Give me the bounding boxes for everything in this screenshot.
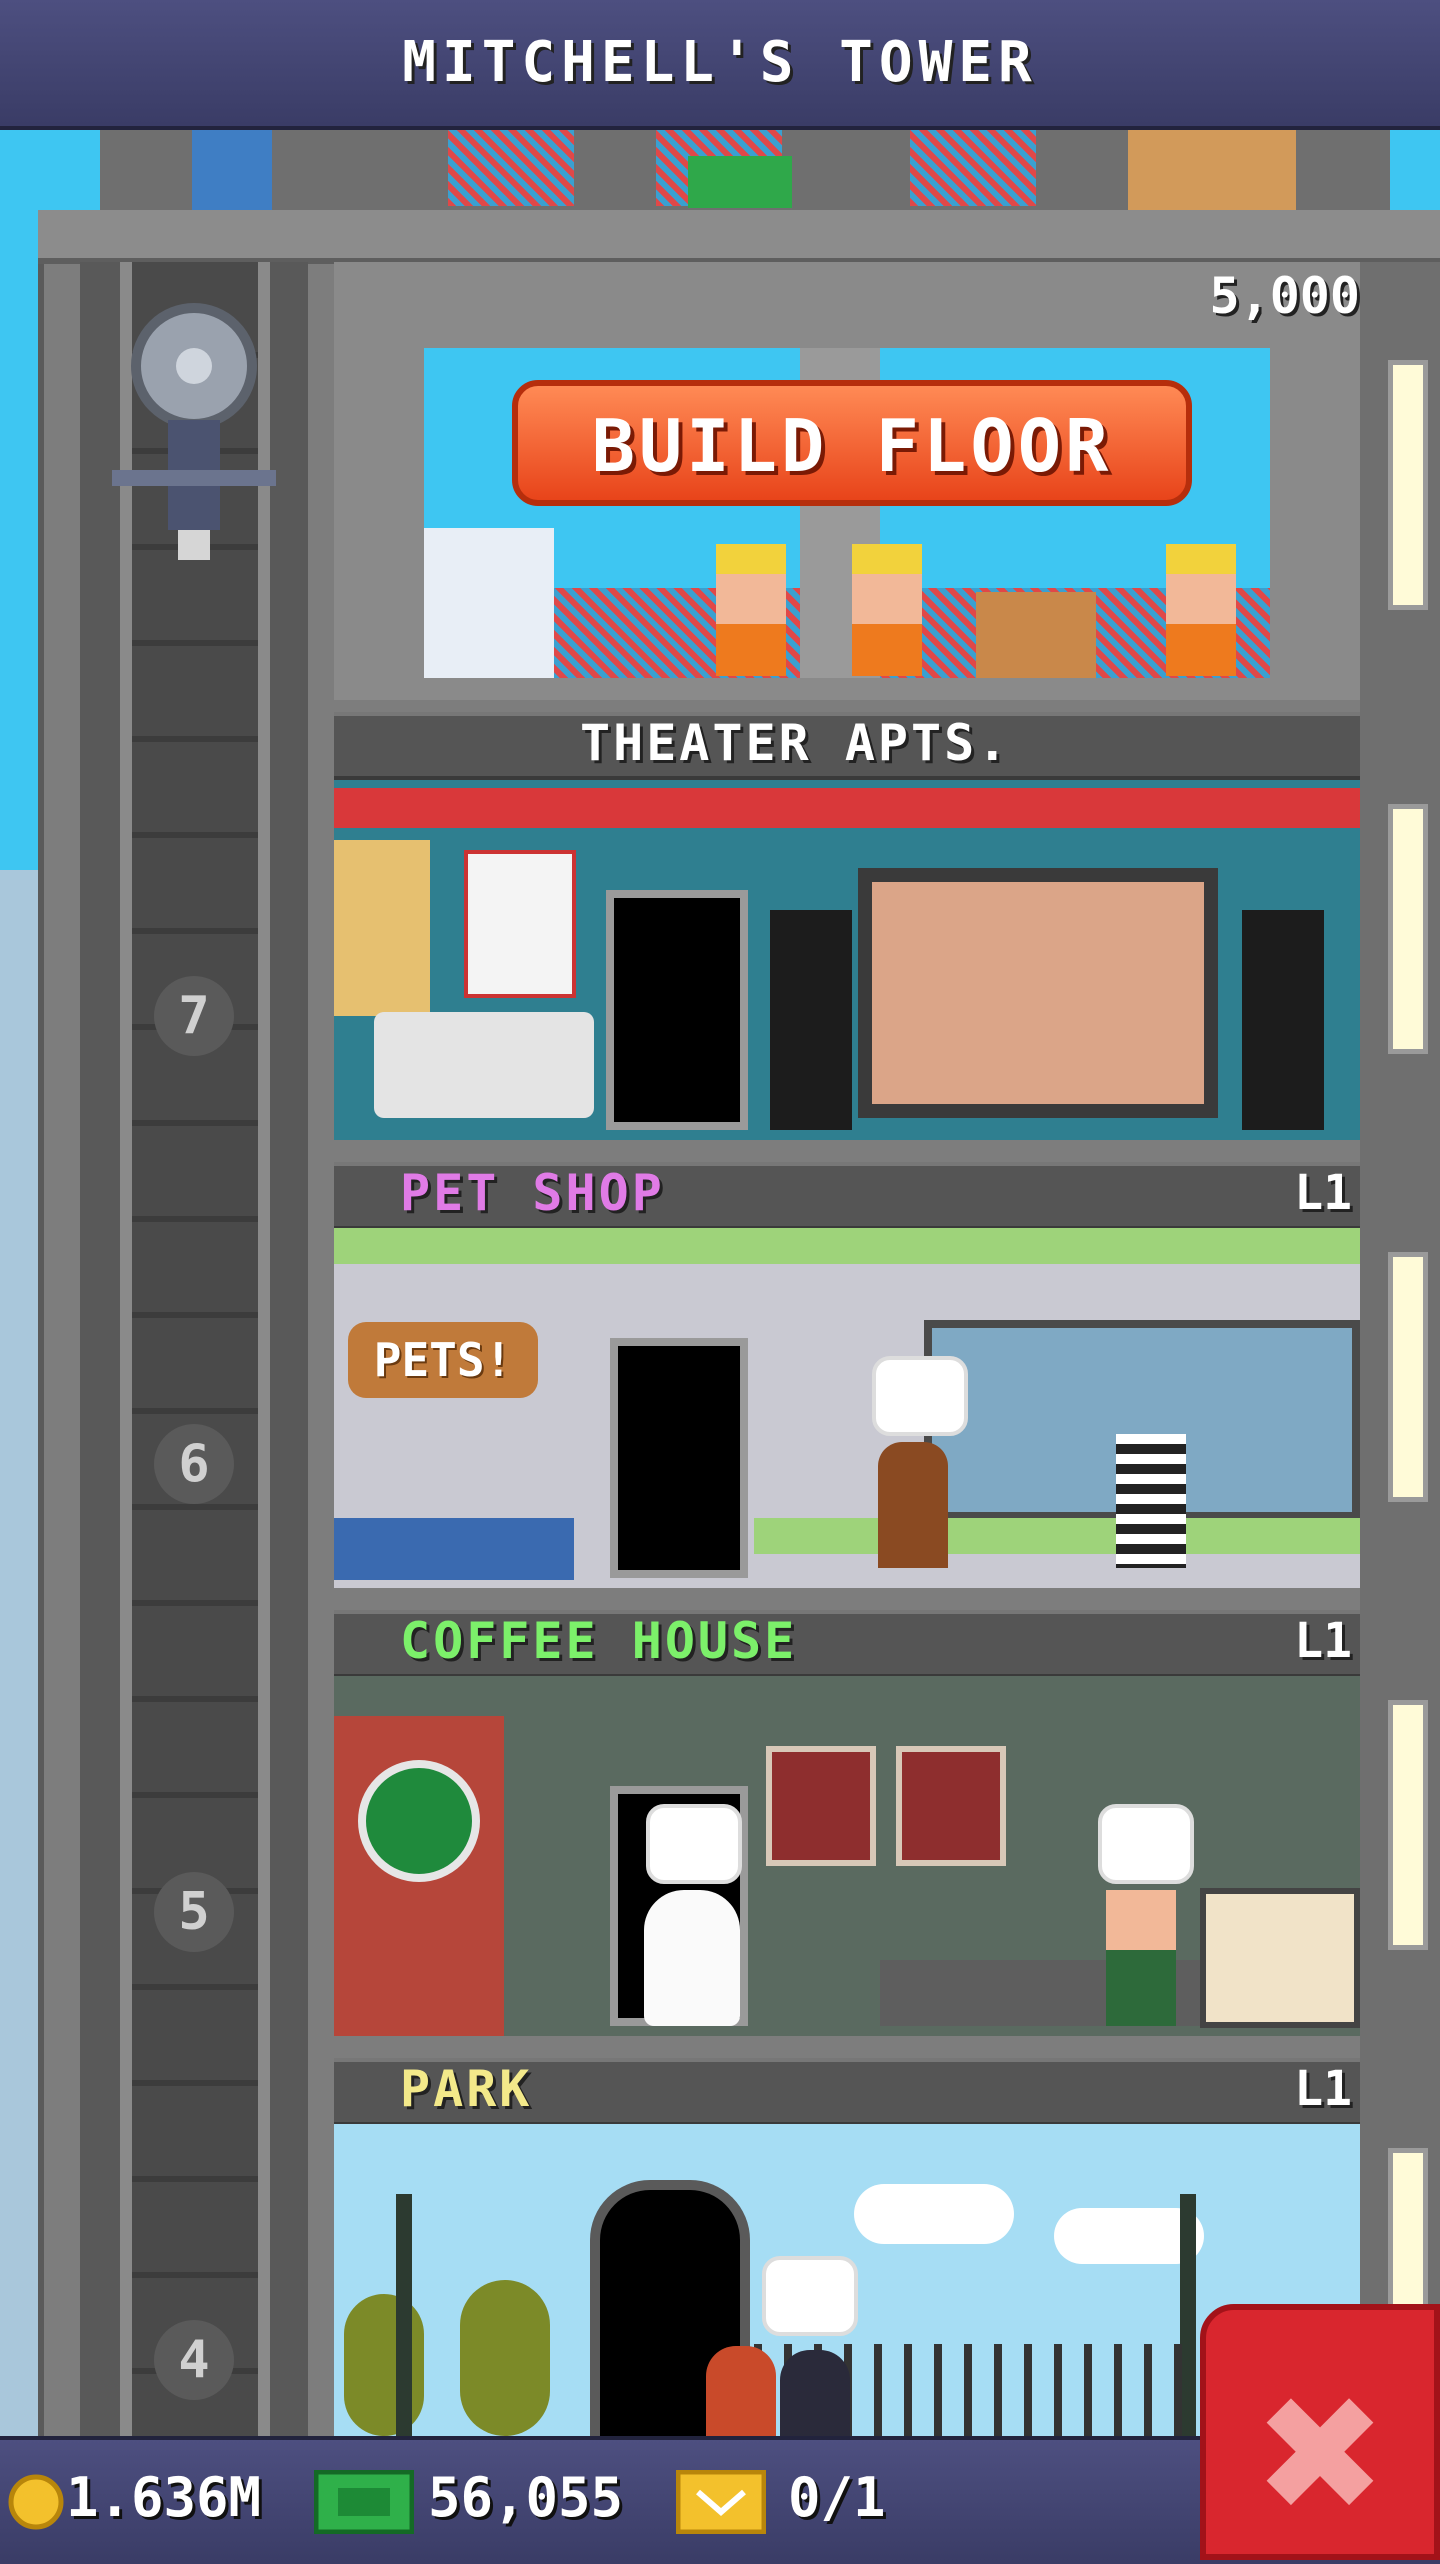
wall-poster bbox=[334, 840, 430, 1016]
coin-icon bbox=[8, 2474, 64, 2530]
pastry-case bbox=[1200, 1888, 1360, 2028]
coffee-house-room[interactable] bbox=[334, 1676, 1360, 2036]
tower-window bbox=[1388, 360, 1428, 610]
menu-board bbox=[896, 1746, 1006, 1866]
street-lamp bbox=[396, 2194, 412, 2436]
park-visitor[interactable] bbox=[780, 2350, 850, 2436]
construction-worker[interactable] bbox=[716, 544, 786, 676]
tickets-value: 0/1 bbox=[788, 2466, 886, 2529]
speaker bbox=[770, 910, 852, 1130]
build-floor-button[interactable]: BUILD FLOOR bbox=[512, 380, 1192, 506]
elevator-floor-number[interactable]: 4 bbox=[154, 2320, 234, 2400]
customer-dog-costume[interactable] bbox=[878, 1442, 948, 1568]
elevator-rail bbox=[120, 262, 132, 2442]
window-block bbox=[192, 126, 272, 210]
barista[interactable] bbox=[1106, 1890, 1176, 2026]
speech-bubble[interactable] bbox=[762, 2256, 858, 2336]
toolbox bbox=[688, 156, 792, 208]
background-building bbox=[0, 870, 40, 2440]
bux-value: 56,055 bbox=[428, 2466, 624, 2529]
cloud bbox=[854, 2184, 1014, 2244]
tower-roof-ledge bbox=[38, 210, 1440, 264]
tree bbox=[460, 2280, 550, 2436]
elevator-floor-number[interactable]: 6 bbox=[154, 1424, 234, 1504]
theater-apts-room[interactable] bbox=[334, 780, 1360, 1140]
ticket-icon[interactable] bbox=[676, 2470, 766, 2534]
elevator-shaft-bricks bbox=[120, 262, 270, 2442]
snowman-customer[interactable] bbox=[644, 1890, 740, 2026]
wall-poster bbox=[464, 850, 576, 998]
floor-name: COFFEE HOUSE bbox=[400, 1612, 798, 1670]
elevator-floor-number[interactable]: 7 bbox=[154, 976, 234, 1056]
sofa bbox=[374, 1012, 594, 1118]
shop-door[interactable] bbox=[610, 1338, 748, 1578]
construction-worker[interactable] bbox=[852, 544, 922, 676]
roof-fence bbox=[448, 126, 574, 206]
pet-shop-room[interactable]: PETS! bbox=[334, 1228, 1360, 1588]
display-counter bbox=[754, 1518, 1360, 1554]
speech-bubble[interactable] bbox=[872, 1356, 968, 1436]
floor-name: PET SHOP bbox=[400, 1164, 665, 1222]
floor-level: L1 bbox=[1294, 1613, 1352, 1669]
tv-screen[interactable] bbox=[858, 868, 1218, 1118]
construction-worker[interactable] bbox=[1166, 544, 1236, 676]
elevator-floor-number[interactable]: 5 bbox=[154, 1872, 234, 1952]
floor-name: THEATER APTS. bbox=[580, 714, 1011, 772]
speech-bubble[interactable] bbox=[646, 1804, 742, 1884]
lumber-stack bbox=[976, 592, 1096, 678]
floor-level: L1 bbox=[1294, 1165, 1352, 1221]
roof-construction bbox=[100, 126, 1390, 214]
tower-window bbox=[1388, 804, 1428, 1054]
coffee-logo-icon bbox=[358, 1760, 480, 1882]
apartment-door[interactable] bbox=[606, 890, 748, 1130]
ceiling-stripe bbox=[334, 788, 1360, 828]
bux-icon[interactable] bbox=[314, 2470, 414, 2534]
elevator-rail bbox=[258, 262, 270, 2442]
mime-customer[interactable] bbox=[1116, 1434, 1186, 1568]
build-floor-cost: 5,000 bbox=[1209, 267, 1360, 325]
tree bbox=[344, 2294, 424, 2436]
speaker bbox=[1242, 910, 1324, 1130]
robot-visitor[interactable] bbox=[706, 2346, 776, 2436]
tower-window bbox=[1388, 1252, 1428, 1502]
pets-sign: PETS! bbox=[348, 1322, 538, 1398]
pet-shop-counter bbox=[334, 1518, 574, 1580]
menu-board bbox=[766, 1746, 876, 1866]
coins-value: 1.636M bbox=[66, 2466, 262, 2529]
floor-name: PARK bbox=[400, 2060, 533, 2118]
speech-bubble[interactable] bbox=[1098, 1804, 1194, 1884]
elevator-winch-icon[interactable] bbox=[98, 294, 290, 574]
tower-window bbox=[1388, 1700, 1428, 1950]
roof-fence bbox=[910, 126, 1036, 206]
close-icon[interactable]: ✖ bbox=[1200, 2350, 1440, 2560]
plastic-wrap bbox=[424, 528, 554, 678]
tower-title: MITCHELL'S TOWER bbox=[402, 30, 1038, 95]
crate bbox=[1128, 126, 1296, 210]
ceiling-stripe bbox=[334, 1228, 1360, 1264]
floor-level: L1 bbox=[1294, 2061, 1352, 2117]
